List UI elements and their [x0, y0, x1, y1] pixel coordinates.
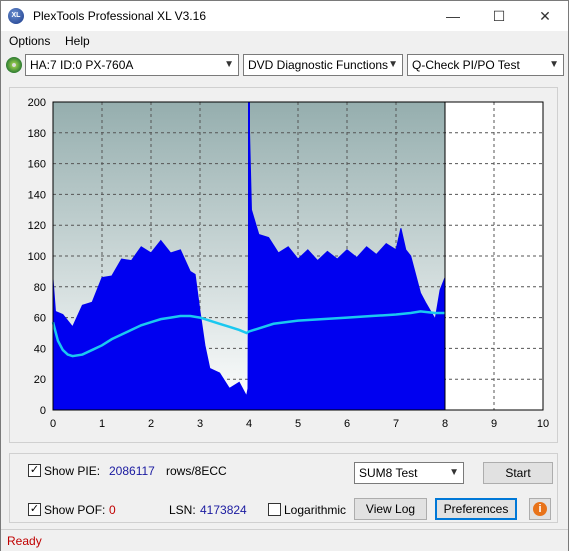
x-tick-label: 2	[148, 418, 154, 430]
chart-panel: 0 1 2 3 4 5 6 7 8 9 10 0 20 40 60 80 100 120 140 160 180 200	[9, 87, 558, 443]
x-tick-label: 1	[99, 418, 105, 430]
y-tick-label: 180	[28, 128, 46, 140]
x-tick-label: 4	[246, 418, 252, 430]
maximize-button[interactable]: ☐	[476, 1, 522, 31]
y-tick-label: 80	[34, 282, 46, 294]
close-button[interactable]: ✕	[522, 1, 568, 31]
x-tick-label: 10	[537, 418, 549, 430]
lsn-label: LSN:	[169, 503, 196, 517]
x-tick-label: 5	[295, 418, 301, 430]
menu-help[interactable]: Help	[65, 34, 90, 48]
chevron-down-icon: ▼	[549, 59, 559, 70]
chevron-down-icon: ▼	[224, 59, 234, 70]
show-pof-checkbox[interactable]: ✓	[28, 503, 41, 516]
chevron-down-icon: ▼	[388, 59, 398, 70]
start-button[interactable]: Start	[483, 462, 553, 484]
menu-options[interactable]: Options	[9, 34, 50, 48]
window-title: PlexTools Professional XL V3.16	[33, 9, 206, 23]
function-select-value: DVD Diagnostic Functions	[248, 58, 389, 72]
sum-test-select-value: SUM8 Test	[359, 466, 418, 480]
pie-value: 2086117	[109, 464, 155, 478]
y-tick-label: 140	[28, 189, 46, 201]
app-logo-icon: XL	[8, 8, 24, 24]
show-pof-label: Show POF:	[44, 503, 106, 517]
status-bar: Ready	[1, 529, 568, 551]
test-select-value: Q-Check PI/PO Test	[412, 58, 520, 72]
y-tick-label: 200	[28, 97, 46, 109]
show-pie-label: Show PIE:	[44, 464, 101, 478]
y-tick-label: 0	[40, 405, 46, 417]
view-log-button[interactable]: View Log	[354, 498, 427, 520]
y-tick-label: 100	[28, 251, 46, 263]
app-window: XL PlexTools Professional XL V3.16 — ☐ ✕…	[0, 0, 569, 551]
toolbar: HA:7 ID:0 PX-760A ▼ DVD Diagnostic Funct…	[1, 53, 568, 79]
x-tick-label: 9	[491, 418, 497, 430]
logarithmic-checkbox[interactable]	[268, 503, 281, 516]
x-tick-label: 7	[393, 418, 399, 430]
x-tick-label: 3	[197, 418, 203, 430]
y-tick-label: 20	[34, 374, 46, 386]
title-bar: XL PlexTools Professional XL V3.16 — ☐ ✕	[1, 1, 568, 31]
start-button-label: Start	[505, 466, 531, 480]
status-text: Ready	[7, 534, 42, 548]
preferences-button-label: Preferences	[443, 502, 509, 516]
function-select[interactable]: DVD Diagnostic Functions ▼	[243, 54, 403, 76]
rows-label: rows/8ECC	[166, 464, 227, 478]
info-button[interactable]: i	[529, 498, 551, 520]
y-tick-label: 60	[34, 313, 46, 325]
test-select[interactable]: Q-Check PI/PO Test ▼	[407, 54, 564, 76]
view-log-button-label: View Log	[365, 502, 416, 516]
x-tick-label: 6	[344, 418, 350, 430]
disc-drive-icon	[6, 57, 22, 73]
minimize-button[interactable]: —	[430, 1, 476, 31]
pipo-chart: 0 1 2 3 4 5 6 7 8 9 10020406080100120140160180200	[28, 97, 549, 430]
drive-select-value: HA:7 ID:0 PX-760A	[30, 58, 134, 72]
drive-select[interactable]: HA:7 ID:0 PX-760A ▼	[25, 54, 239, 76]
show-pie-checkbox[interactable]: ✓	[28, 464, 41, 477]
y-tick-label: 120	[28, 220, 46, 232]
y-tick-label: 160	[28, 159, 46, 171]
controls-panel: ✓ Show PIE: 2086117 rows/8ECC ✓ Show POF…	[9, 453, 558, 523]
menu-bar: Options Help	[1, 31, 568, 51]
x-tick-label: 8	[442, 418, 448, 430]
y-tick-label: 40	[34, 343, 46, 355]
pof-value: 0	[109, 503, 116, 517]
x-tick-label: 0	[50, 418, 56, 430]
lsn-value: 4173824	[200, 503, 247, 517]
logarithmic-label: Logarithmic	[284, 503, 347, 517]
info-icon: i	[533, 502, 547, 516]
sum-test-select[interactable]: SUM8 Test ▼	[354, 462, 464, 484]
preferences-button[interactable]: Preferences	[435, 498, 517, 520]
chevron-down-icon: ▼	[449, 467, 459, 478]
